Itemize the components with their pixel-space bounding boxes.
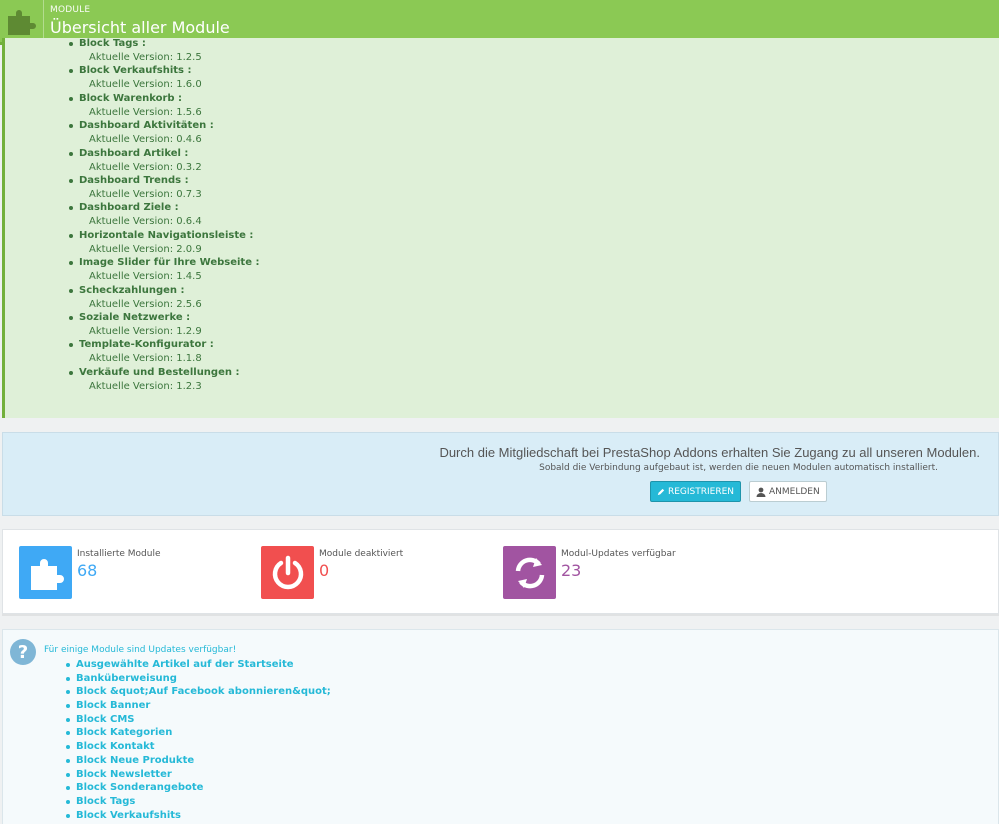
- list-item: Block Warenkorb : Aktuelle Version: 1.5.6: [65, 92, 259, 119]
- updates-list: Ausgewählte Artikel auf der Startseite Ba…: [63, 658, 331, 822]
- module-name: Scheckzahlungen :: [65, 284, 259, 298]
- module-name: Horizontale Navigationsleiste :: [65, 229, 259, 243]
- list-item: Block Verkaufshits : Aktuelle Version: 1.…: [65, 64, 259, 91]
- module-name: Dashboard Artikel :: [65, 147, 259, 161]
- module-version: Aktuelle Version: 1.2.5: [89, 52, 202, 63]
- kpi-installed-value: 68: [77, 561, 98, 580]
- kpi-updates-value: 23: [561, 561, 582, 580]
- kpi-updates[interactable]: Modul-Updates verfügbar 23: [503, 546, 676, 599]
- update-module-link[interactable]: Block Newsletter: [63, 768, 331, 782]
- list-item: Horizontale Navigationsleiste : Aktuelle …: [65, 229, 259, 256]
- kpi-installed-label: Installierte Module: [77, 549, 161, 559]
- update-module-link[interactable]: Block Kategorien: [63, 726, 331, 740]
- refresh-icon: [503, 546, 556, 599]
- list-item: Template-Konfigurator : Aktuelle Version:…: [65, 338, 259, 365]
- module-version: Aktuelle Version: 1.2.3: [89, 380, 202, 392]
- power-icon: [261, 546, 314, 599]
- list-item: Scheckzahlungen : Aktuelle Version: 2.5.6: [65, 284, 259, 311]
- addons-panel: Durch die Mitgliedschaft bei PrestaShop …: [2, 432, 999, 516]
- module-version: Aktuelle Version: 1.2.9: [89, 325, 202, 337]
- kpi-panel: Installierte Module 68 Module deaktivier…: [2, 529, 999, 614]
- module-version: Aktuelle Version: 1.5.6: [89, 106, 202, 118]
- module-name: Dashboard Trends :: [65, 174, 259, 188]
- update-module-link[interactable]: Ausgewählte Artikel auf der Startseite: [63, 658, 331, 672]
- register-button-label: REGISTRIEREN: [667, 486, 734, 497]
- page-title: Übersicht aller Module: [50, 18, 230, 37]
- installed-modules-panel: Block Tags : Aktuelle Version: 1.2.5 Block…: [2, 38, 999, 418]
- module-name: Verkäufe und Bestellungen :: [65, 366, 259, 380]
- kpi-disabled-label: Module deaktiviert: [319, 549, 404, 559]
- module-version: Aktuelle Version: 2.5.6: [89, 298, 202, 310]
- update-module-link[interactable]: Block CMS: [63, 713, 331, 727]
- puzzle-icon: [0, 0, 44, 42]
- register-button[interactable]: REGISTRIEREN: [650, 481, 741, 502]
- update-module-link[interactable]: Block Kontakt: [63, 740, 331, 754]
- list-item: Dashboard Aktivitäten : Aktuelle Version:…: [65, 119, 259, 146]
- module-name: Template-Konfigurator :: [65, 338, 259, 352]
- module-version: Aktuelle Version: 0.7.3: [89, 188, 202, 200]
- pencil-icon: [657, 488, 665, 495]
- kpi-installed[interactable]: Installierte Module 68: [19, 546, 160, 599]
- list-item: Dashboard Artikel : Aktuelle Version: 0.3…: [65, 147, 259, 174]
- login-button-label: ANMELDEN: [769, 486, 820, 497]
- list-item: Verkäufe und Bestellungen : Aktuelle Vers…: [65, 366, 259, 393]
- addons-sub-text: Sobald die Verbindung aufgebaut ist, wer…: [539, 463, 938, 473]
- puzzle-icon: [19, 546, 72, 599]
- module-version: Aktuelle Version: 1.6.0: [89, 79, 202, 91]
- list-item: Dashboard Trends : Aktuelle Version: 0.7.…: [65, 174, 259, 201]
- module-name: Dashboard Ziele :: [65, 201, 259, 215]
- updates-panel: ? Für einige Module sind Updates verfügb…: [2, 629, 999, 824]
- update-module-link[interactable]: Block Tags: [63, 795, 331, 809]
- update-module-link[interactable]: Block Banner: [63, 699, 331, 713]
- kpi-updates-label: Modul-Updates verfügbar: [561, 549, 676, 559]
- list-item: Dashboard Ziele : Aktuelle Version: 0.6.4: [65, 201, 259, 228]
- module-name: Block Tags :: [65, 38, 259, 51]
- module-version: Aktuelle Version: 1.4.5: [89, 271, 202, 283]
- module-version: Aktuelle Version: 0.6.4: [89, 216, 202, 228]
- update-module-link[interactable]: Block Neue Produkte: [63, 754, 331, 768]
- user-icon: [756, 487, 766, 497]
- list-item: Soziale Netzwerke : Aktuelle Version: 1.2…: [65, 311, 259, 338]
- module-name: Soziale Netzwerke :: [65, 311, 259, 325]
- module-version: Aktuelle Version: 2.0.9: [89, 243, 202, 255]
- list-item: Image Slider für Ihre Webseite : Aktuelle…: [65, 256, 259, 283]
- module-name: Image Slider für Ihre Webseite :: [65, 256, 259, 270]
- update-module-link[interactable]: Block Sonderangebote: [63, 781, 331, 795]
- kpi-disabled-value: 0: [319, 561, 330, 580]
- updates-title: Für einige Module sind Updates verfügbar…: [44, 645, 237, 655]
- question-icon: ?: [10, 639, 36, 665]
- update-module-link[interactable]: Block Verkaufshits: [63, 809, 331, 823]
- list-item: Block Tags : Aktuelle Version: 1.2.5: [65, 38, 259, 64]
- update-module-link[interactable]: Banküberweisung: [63, 672, 331, 686]
- update-module-link[interactable]: Block &quot;Auf Facebook abonnieren&quot…: [63, 685, 331, 699]
- addons-lead-text: Durch die Mitgliedschaft bei PrestaShop …: [439, 445, 980, 460]
- module-name: Block Warenkorb :: [65, 92, 259, 106]
- module-version: Aktuelle Version: 0.4.6: [89, 134, 202, 146]
- installed-modules-list: Block Tags : Aktuelle Version: 1.2.5 Block…: [65, 38, 259, 393]
- module-name: Dashboard Aktivitäten :: [65, 119, 259, 133]
- module-version: Aktuelle Version: 1.1.8: [89, 353, 202, 365]
- login-button[interactable]: ANMELDEN: [749, 481, 827, 502]
- breadcrumb[interactable]: MODULE: [50, 5, 230, 15]
- module-name: Block Verkaufshits :: [65, 64, 259, 78]
- module-version: Aktuelle Version: 0.3.2: [89, 161, 202, 173]
- kpi-disabled[interactable]: Module deaktiviert 0: [261, 546, 403, 599]
